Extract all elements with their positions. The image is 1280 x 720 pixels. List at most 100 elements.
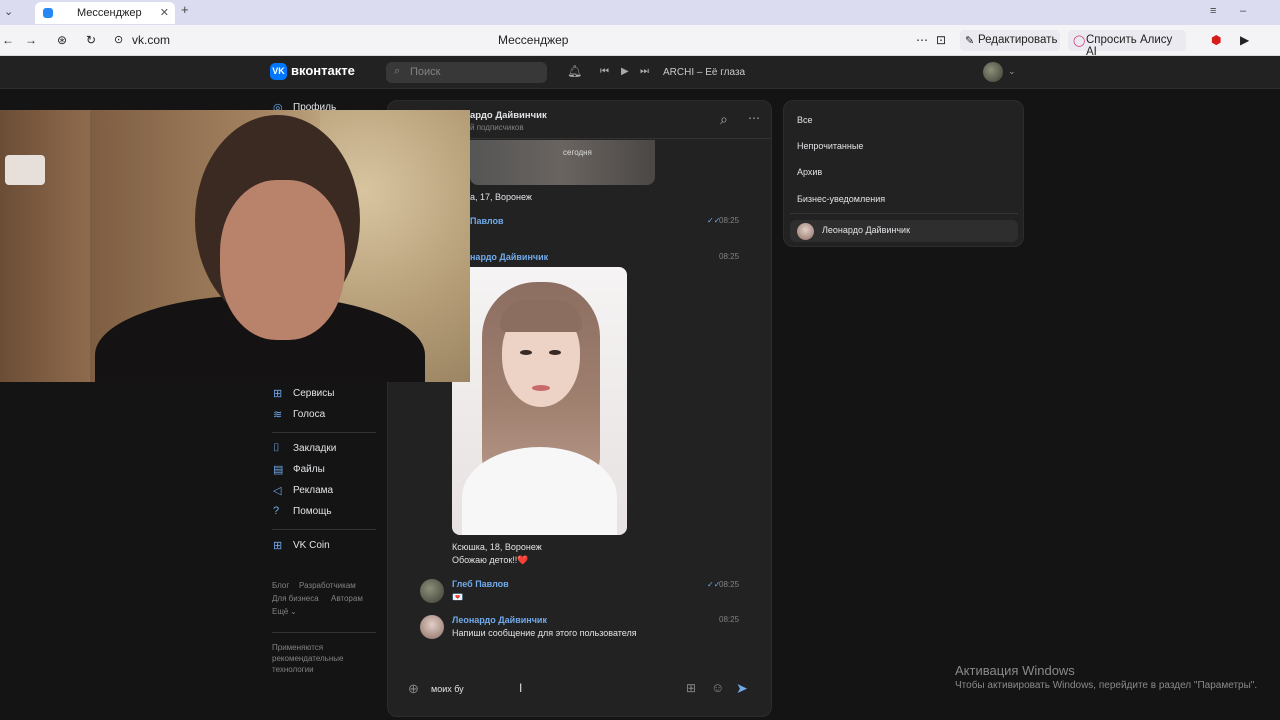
next-track-icon[interactable]: ⏭: [640, 66, 649, 77]
emoji-icon[interactable]: ☺: [711, 680, 724, 695]
shield-icon[interactable]: ⊛: [57, 33, 67, 47]
alice-button[interactable]: ◯ Спросить Алису AI: [1068, 30, 1186, 58]
message-author[interactable]: Глеб Павлов: [452, 579, 509, 589]
nav-label: Помощь: [293, 506, 332, 517]
vk-logo[interactable]: VK вконтакте: [270, 63, 355, 83]
more-icon[interactable]: ⋯: [916, 33, 928, 47]
chat-filter-panel: Все Непрочитанные Архив Бизнес-уведомлен…: [783, 100, 1024, 247]
minimize-icon[interactable]: –: [1240, 5, 1246, 17]
nav-label: Реклама: [293, 485, 334, 496]
prev-track-icon[interactable]: ⏮: [600, 66, 609, 77]
back-icon[interactable]: ←: [2, 33, 14, 47]
message-text: Напиши сообщение для этого пользователя: [452, 628, 637, 638]
message-author[interactable]: Павлов: [470, 216, 504, 226]
more-icon[interactable]: ⋯: [748, 111, 760, 125]
vk-logo-icon: VK: [270, 63, 287, 81]
nav-item-files[interactable]: ▤ Файлы: [273, 464, 325, 478]
edit-button[interactable]: ✎ Редактировать: [960, 30, 1060, 51]
extension-icon[interactable]: ⬢: [1211, 33, 1221, 47]
chat-subtitle: й подписчиков: [470, 123, 524, 132]
current-track[interactable]: ARCHI – Её глаза: [663, 67, 745, 78]
edit-label: Редактировать: [978, 34, 1058, 46]
filter-archive[interactable]: Архив: [797, 167, 822, 177]
filter-active-chat[interactable]: Леонардо Дайвинчик: [790, 220, 1018, 242]
nav-item-services[interactable]: ⊞ Сервисы: [273, 388, 334, 402]
menu-icon[interactable]: ≡: [1210, 5, 1216, 17]
site-info-icon[interactable]: ⊙: [114, 33, 123, 46]
chat-title[interactable]: ардо Дайвинчик: [470, 110, 547, 121]
footer-link-blog[interactable]: Блог: [272, 581, 289, 590]
nav-label: VK Coin: [293, 540, 330, 551]
webcam-spot: [5, 155, 45, 185]
message-time: 08:25: [719, 252, 740, 261]
nav-item-votes[interactable]: ≋ Голоса: [273, 409, 325, 423]
nav-item-bookmarks[interactable]: ⌷ Закладки: [273, 442, 336, 457]
footer-link-authors[interactable]: Авторам: [331, 594, 363, 603]
previous-photo[interactable]: сегодня: [470, 140, 655, 185]
bookmark-icon[interactable]: ⊡: [936, 33, 946, 47]
filter-business[interactable]: Бизнес-уведомления: [797, 194, 885, 204]
message-author[interactable]: Леонардо Дайвинчик: [452, 615, 547, 625]
photo-eye: [520, 350, 532, 355]
bell-icon[interactable]: 🔔︎: [567, 64, 582, 78]
chevron-down-icon[interactable]: ⌄: [1008, 66, 1016, 77]
nav-item-vkcoin[interactable]: ⊞ VK Coin: [273, 540, 330, 554]
nav-divider: [272, 529, 376, 530]
nav-item-ads[interactable]: ◁ Реклама: [273, 485, 333, 499]
search-placeholder: Поиск: [410, 66, 441, 78]
nav-divider: [272, 632, 376, 633]
page-title: Мессенджер: [498, 33, 569, 47]
compose-bar: ⊕ моих бу I ⊞ ☺ ➤: [400, 676, 760, 702]
text-cursor-icon: I: [519, 681, 523, 695]
new-tab-icon[interactable]: +: [181, 2, 189, 17]
photo-bang: [500, 300, 582, 332]
file-icon: ▤: [273, 464, 284, 476]
bookmark-icon: ⌷: [273, 442, 280, 454]
message-time: 08:25: [719, 615, 740, 624]
grid-icon: ⊞: [273, 388, 283, 400]
vk-header: VK вконтакте ⌕ Поиск 🔔︎ ⏮ ▶ ⏭ ARCHI – Её …: [0, 56, 1280, 89]
message-input[interactable]: моих бу: [431, 684, 464, 694]
browser-tab[interactable]: Мессенджер ✕: [35, 2, 175, 24]
play-icon[interactable]: ▶: [621, 66, 629, 77]
message-text: а, 17, Воронеж: [470, 192, 532, 202]
tab-title: Мессенджер: [77, 7, 142, 19]
search-icon: ⌕: [394, 65, 401, 77]
forward-icon[interactable]: →: [25, 33, 37, 47]
alice-icon: ◯: [1073, 35, 1086, 47]
pen-icon: ✎: [965, 35, 975, 47]
filter-all[interactable]: Все: [797, 115, 813, 125]
photo-date-label: сегодня: [563, 148, 592, 157]
url-field[interactable]: vk.com: [132, 33, 170, 47]
profile-photo[interactable]: [452, 267, 627, 535]
media-icon[interactable]: ▶: [1240, 33, 1249, 47]
nav-divider: [272, 432, 376, 433]
photo-caption-line2: Обожаю деток!!❤️: [452, 555, 529, 565]
avatar[interactable]: [983, 62, 1003, 82]
filter-unread[interactable]: Непрочитанные: [797, 141, 863, 151]
footer-link-business[interactable]: Для бизнеса: [272, 594, 319, 603]
alice-label: Спросить Алису AI: [1086, 34, 1173, 58]
webcam-face: [220, 180, 345, 340]
webcam-overlay: [0, 110, 470, 382]
recommend-note[interactable]: Применяются рекомендательные технологии: [272, 642, 357, 675]
avatar[interactable]: [420, 579, 444, 603]
message-time: 08:25: [719, 216, 740, 225]
close-tab-icon[interactable]: ✕: [160, 6, 169, 19]
footer-link-developers[interactable]: Разработчикам: [299, 581, 356, 590]
footer-link-more[interactable]: Ещё: [272, 607, 288, 616]
send-icon[interactable]: ➤: [736, 680, 748, 697]
tab-list-icon[interactable]: ⌄: [4, 5, 13, 18]
message-author[interactable]: нардо Дайвинчик: [470, 252, 548, 262]
search-input[interactable]: ⌕ Поиск: [386, 62, 547, 83]
search-icon[interactable]: ⌕: [720, 111, 728, 128]
nav-item-help[interactable]: ? Помощь: [273, 505, 332, 520]
reload-icon[interactable]: ↻: [86, 33, 96, 47]
attach-icon[interactable]: ⊕: [408, 681, 419, 697]
avatar[interactable]: [420, 615, 444, 639]
message-text: 💌: [452, 592, 464, 602]
template-icon[interactable]: ⊞: [686, 681, 696, 695]
photo-caption-line1: Ксюшка, 18, Воронеж: [452, 542, 542, 552]
megaphone-icon: ◁: [273, 485, 282, 497]
chevron-down-icon[interactable]: ⌄: [290, 607, 297, 616]
